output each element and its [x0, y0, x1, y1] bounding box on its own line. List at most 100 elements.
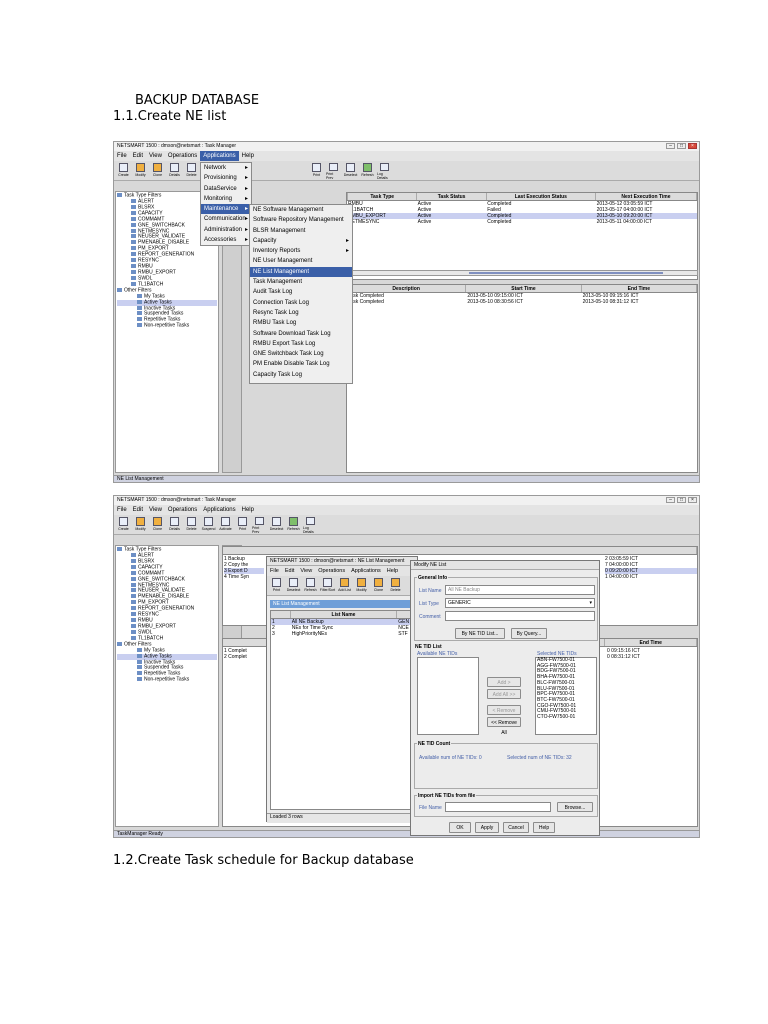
- list-type-select[interactable]: GENERIC ▾: [445, 598, 595, 608]
- menu-item[interactable]: Capacity Task Log: [250, 370, 352, 380]
- nelist-menu-applications[interactable]: Applications: [348, 566, 384, 576]
- menu-file[interactable]: File: [114, 505, 130, 515]
- add-all-button[interactable]: Add All >>: [487, 689, 521, 699]
- file-name-field[interactable]: [445, 802, 551, 812]
- table-row[interactable]: 4 Time Syn: [224, 574, 264, 580]
- col-last-exec-status[interactable]: Last Execution Status: [487, 193, 596, 200]
- clone-button[interactable]: Clone: [150, 162, 165, 180]
- menu-item[interactable]: Communication ▸: [201, 214, 251, 224]
- menu-file[interactable]: File: [114, 151, 130, 161]
- close-icon[interactable]: ×: [688, 497, 697, 503]
- menu-applications[interactable]: Applications: [200, 505, 238, 515]
- toolbar-button[interactable]: Add List: [337, 577, 352, 595]
- menu-item[interactable]: Network ▸: [201, 163, 251, 173]
- menu-item[interactable]: GNE Switchback Task Log: [250, 349, 352, 359]
- toolbar-button[interactable]: Refresh: [303, 577, 318, 595]
- menu-item[interactable]: RMBU Export Task Log: [250, 339, 352, 349]
- menu-item[interactable]: PM Enable Disable Task Log: [250, 359, 352, 369]
- menu-item[interactable]: Task Management: [250, 277, 352, 287]
- menu-operations[interactable]: Operations: [165, 151, 200, 161]
- toolbar-button[interactable]: Suspend: [201, 516, 216, 534]
- by-ne-tid-list-button[interactable]: By NE TID List...: [455, 628, 505, 639]
- table-row[interactable]: 0 08:31:12 ICT: [607, 654, 699, 660]
- toolbar-button[interactable]: Activate: [218, 516, 233, 534]
- menu-item[interactable]: Monitoring ▸: [201, 194, 251, 204]
- toolbar-button[interactable]: Details: [167, 516, 182, 534]
- list-name-field[interactable]: All NE Backup: [445, 585, 595, 595]
- close-icon[interactable]: ×: [688, 143, 697, 149]
- menu-edit[interactable]: Edit: [130, 151, 146, 161]
- minimize-icon[interactable]: –: [666, 143, 675, 149]
- nelist-menu-view[interactable]: View: [297, 566, 315, 576]
- toolbar-button[interactable]: Modify: [133, 516, 148, 534]
- menu-item[interactable]: Administration ▸: [201, 225, 251, 235]
- menu-view[interactable]: View: [146, 505, 165, 515]
- help-button[interactable]: Help: [533, 822, 555, 833]
- toolbar-button[interactable]: Filter/Sort: [320, 577, 335, 595]
- nelist-menu-edit[interactable]: Edit: [282, 566, 297, 576]
- toolbar-button[interactable]: Delete: [388, 577, 403, 595]
- col-next-exec-time[interactable]: Next Execution Time: [596, 193, 697, 200]
- create-button[interactable]: Create: [116, 162, 131, 180]
- col-end-time[interactable]: End Time: [582, 285, 697, 292]
- toolbar-button[interactable]: Create: [116, 516, 131, 534]
- menu-item[interactable]: Resync Task Log: [250, 308, 352, 318]
- toolbar-button[interactable]: Modify: [354, 577, 369, 595]
- menu-edit[interactable]: Edit: [130, 505, 146, 515]
- table-row[interactable]: Task Completed 2013-05-10 08:30:56 ICT 201…: [347, 299, 697, 305]
- toolbar-button[interactable]: Delete: [184, 516, 199, 534]
- toolbar-button[interactable]: Log Details: [303, 516, 318, 534]
- toolbar-button[interactable]: Clone: [150, 516, 165, 534]
- col-end-time[interactable]: End Time: [605, 639, 697, 646]
- available-tids-list[interactable]: [417, 657, 479, 735]
- menu-help[interactable]: Help: [239, 505, 257, 515]
- col-start-time[interactable]: Start Time: [466, 285, 582, 292]
- col-task-status[interactable]: Task Status: [417, 193, 487, 200]
- table-row[interactable]: 1 04:00:00 ICT: [605, 574, 697, 580]
- toolbar-button[interactable]: Deselect: [269, 516, 284, 534]
- print-button[interactable]: Print: [309, 162, 324, 180]
- modify-button[interactable]: Modify: [133, 162, 148, 180]
- menu-item[interactable]: Inventory Reports ▸: [250, 246, 352, 256]
- table-row[interactable]: 3 HighPriorityNEs STF: [271, 631, 415, 637]
- menu-operations[interactable]: Operations: [165, 505, 200, 515]
- by-query-button[interactable]: By Query...: [511, 628, 547, 639]
- menu-item[interactable]: Provisioning ▸: [201, 173, 251, 183]
- menu-item[interactable]: Accessories ▸: [201, 235, 251, 245]
- apply-button[interactable]: Apply: [475, 822, 499, 833]
- col-task-type[interactable]: Task Type: [348, 193, 418, 200]
- minimize-icon[interactable]: –: [666, 497, 675, 503]
- print-preview-button[interactable]: Print Prev: [326, 162, 341, 180]
- nelist-menu-help[interactable]: Help: [384, 566, 401, 576]
- details-button[interactable]: Details: [167, 162, 182, 180]
- toolbar-button[interactable]: Deselect: [286, 577, 301, 595]
- tree-item[interactable]: Non-repetitive Tasks: [117, 677, 217, 683]
- toolbar-button[interactable]: Print: [235, 516, 250, 534]
- comment-field[interactable]: [445, 611, 595, 621]
- menu-item[interactable]: NE Software Management: [250, 205, 352, 215]
- menu-item[interactable]: Software Repository Management: [250, 215, 352, 225]
- tree-item[interactable]: Non-repetitive Tasks: [117, 323, 217, 329]
- menu-item[interactable]: Connection Task Log: [250, 298, 352, 308]
- menu-item[interactable]: NE User Management: [250, 256, 352, 266]
- menu-item[interactable]: NE List Management: [250, 266, 352, 278]
- remove-all-button[interactable]: << Remove All: [487, 717, 521, 736]
- log-details-button[interactable]: Log Details: [377, 162, 392, 180]
- menu-applications[interactable]: Applications: [200, 151, 239, 161]
- cancel-button[interactable]: Cancel: [503, 822, 529, 833]
- maximize-icon[interactable]: □: [677, 143, 686, 149]
- maximize-icon[interactable]: □: [677, 497, 686, 503]
- col-description[interactable]: Description: [347, 285, 467, 292]
- add-button[interactable]: Add >: [487, 677, 521, 687]
- toolbar-button[interactable]: Print Prev: [252, 516, 267, 534]
- selected-tids-list[interactable]: ABN-FW7500-01 AGG-FW7500-01 BDG-FW7500-01 B…: [535, 657, 597, 735]
- menu-item[interactable]: Maintenance ▸: [201, 204, 251, 215]
- deselect-button[interactable]: Deselect: [343, 162, 358, 180]
- browse-button[interactable]: Browse...: [557, 802, 593, 812]
- refresh-button[interactable]: Refresh: [360, 162, 375, 180]
- menu-view[interactable]: View: [146, 151, 165, 161]
- toolbar-button[interactable]: Refresh: [286, 516, 301, 534]
- menu-item[interactable]: BLSR Management: [250, 226, 352, 236]
- ok-button[interactable]: OK: [449, 822, 471, 833]
- menu-item[interactable]: Capacity ▸: [250, 236, 352, 246]
